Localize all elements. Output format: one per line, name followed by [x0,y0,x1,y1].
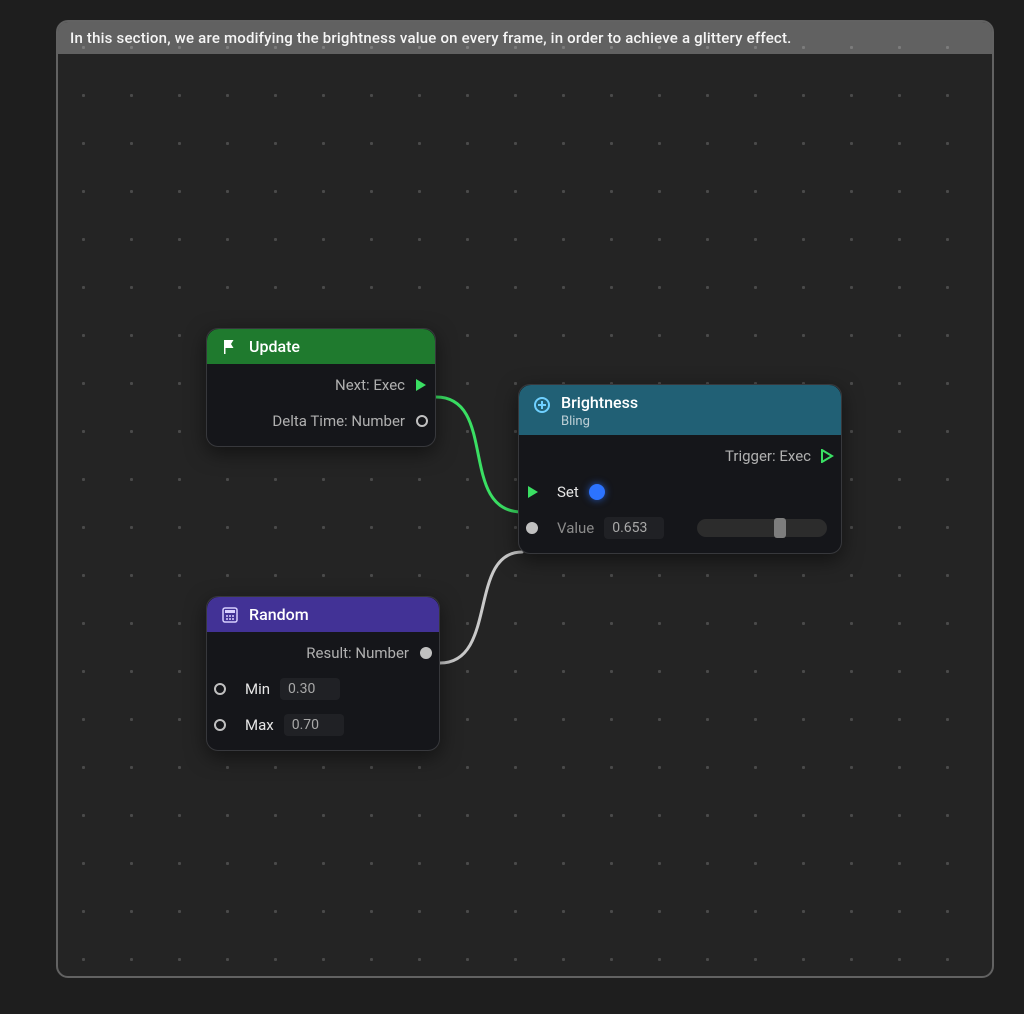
port-brightness-trigger-exec-out[interactable] [820,449,834,463]
row-update-next: Next: Exec [221,372,421,398]
brightness-slider[interactable] [697,519,827,537]
flag-icon [221,338,239,356]
node-random-title: Random [249,605,309,624]
random-max-value[interactable]: 0.70 [284,714,344,736]
row-random-max: Max 0.70 [221,712,425,738]
section-banner: In this section, we are modifying the br… [58,22,992,54]
random-min-value[interactable]: 0.30 [280,678,340,700]
row-random-result: Result: Number [221,640,425,666]
graph-frame[interactable]: In this section, we are modifying the br… [56,20,994,978]
section-banner-text: In this section, we are modifying the br… [70,29,792,47]
label-brightness-set: Set [557,483,579,501]
plus-circle-icon [533,396,551,414]
node-random-body: Result: Number Min 0.30 Max 0.70 [207,632,439,750]
node-brightness-title: Brightness [561,393,638,412]
port-update-next-exec-out[interactable] [414,378,428,392]
node-update-body: Next: Exec Delta Time: Number [207,364,435,446]
row-brightness-value: Value 0.653 [533,515,827,541]
label-random-min: Min [245,680,270,698]
brightness-set-toggle[interactable] [589,484,605,500]
label-brightness-value: Value [557,519,594,537]
port-random-min-in[interactable] [214,683,226,695]
label-random-result: Result: Number [306,644,409,662]
port-brightness-set-exec-in[interactable] [526,485,540,499]
label-random-max: Max [245,716,274,734]
row-brightness-set: Set [533,479,827,505]
port-update-delta-out[interactable] [416,415,428,427]
node-update-header[interactable]: Update [207,329,435,364]
row-update-delta: Delta Time: Number [221,408,421,434]
port-brightness-value-in[interactable] [526,522,538,534]
port-random-max-in[interactable] [214,719,226,731]
label-update-delta: Delta Time: Number [272,412,405,430]
port-random-result-out[interactable] [420,647,432,659]
row-brightness-trigger: Trigger: Exec [533,443,827,469]
node-random-header[interactable]: Random [207,597,439,632]
calculator-icon [221,606,239,624]
label-brightness-trigger: Trigger: Exec [725,447,811,465]
node-random[interactable]: Random Result: Number Min 0.30 Max 0.70 [206,596,440,751]
node-brightness-titles: Brightness Bling [561,393,638,429]
node-brightness-subtitle: Bling [561,414,638,429]
brightness-slider-thumb[interactable] [774,518,786,538]
row-random-min: Min 0.30 [221,676,425,702]
label-update-next: Next: Exec [335,376,405,394]
brightness-value[interactable]: 0.653 [604,517,664,539]
node-brightness-body: Trigger: Exec Set Value 0.653 [519,435,841,553]
node-update-title: Update [249,337,300,356]
node-update[interactable]: Update Next: Exec Delta Time: Number [206,328,436,447]
node-brightness-header[interactable]: Brightness Bling [519,385,841,435]
node-brightness[interactable]: Brightness Bling Trigger: Exec Set [518,384,842,554]
